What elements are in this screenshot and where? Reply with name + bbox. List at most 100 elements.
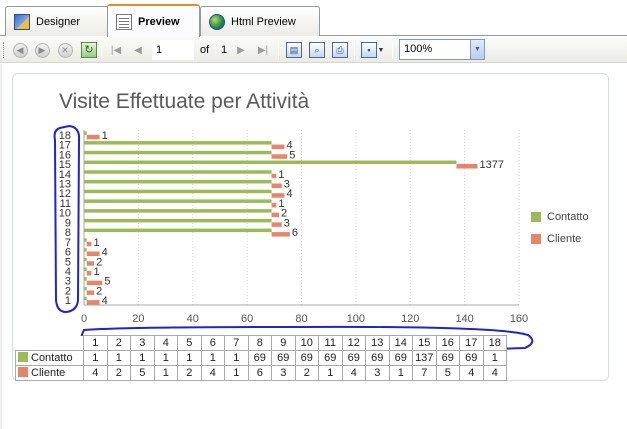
table-cell: 69 — [247, 350, 272, 366]
table-cell: 3 — [365, 365, 390, 381]
table-header-cell: 3 — [130, 335, 155, 351]
table-header-cell: 5 — [177, 335, 202, 351]
table-cell: 69 — [318, 350, 343, 366]
bar-cliente — [86, 290, 95, 295]
x-tick-label: 160 — [510, 313, 528, 325]
x-tick-label: 120 — [401, 313, 419, 325]
bar-cliente — [86, 270, 92, 276]
bar-cliente — [271, 173, 277, 179]
table-cell: 69 — [365, 350, 390, 366]
table-cell: 1 — [153, 350, 178, 366]
table-cell: 3 — [271, 365, 296, 381]
data-label: 1 — [93, 237, 99, 249]
bar-contatto — [84, 170, 272, 174]
bar-contatto — [84, 160, 457, 165]
data-label: 4 — [102, 247, 108, 259]
data-label: 5 — [104, 276, 110, 288]
bar-cliente — [271, 154, 288, 159]
bar-contatto — [84, 189, 272, 194]
data-label: 3 — [284, 178, 290, 190]
table-header-cell: 7 — [224, 335, 249, 351]
table-cell: 1 — [153, 365, 178, 381]
table-cell: 5 — [130, 365, 155, 381]
data-label: 1 — [278, 169, 284, 181]
x-tick-label: 0 — [81, 313, 87, 325]
x-tick-label: 80 — [295, 313, 307, 325]
table-cell: 1 — [318, 365, 343, 381]
legend-item-contatto: Contatto — [531, 209, 589, 225]
table-cell: 4 — [200, 365, 225, 381]
bar-cliente — [86, 300, 100, 305]
table-cell: 1 — [482, 350, 507, 366]
table-header-cell: 2 — [106, 335, 131, 351]
bar-cliente — [271, 222, 282, 227]
table-cell: 4 — [482, 365, 507, 381]
bar-cliente — [271, 202, 277, 208]
table-cell: 1 — [224, 365, 249, 381]
table-header-cell: 4 — [153, 335, 178, 351]
table-header-cell: 18 — [482, 335, 507, 351]
table-cell: 2 — [106, 365, 131, 381]
data-label: 6 — [292, 227, 298, 239]
x-tick-label: 40 — [187, 313, 199, 325]
table-cell: 1 — [200, 350, 225, 366]
table-cell: 69 — [294, 350, 319, 366]
table-header-cell: 1 — [83, 335, 108, 351]
bar-cliente — [271, 232, 290, 237]
table-cell: 2 — [177, 365, 202, 381]
bar-cliente — [86, 241, 92, 247]
table-cell: 1 — [106, 350, 131, 366]
bar-contatto — [84, 296, 87, 301]
legend-swatch-contatto — [531, 212, 541, 222]
table-cell: 1 — [130, 350, 155, 366]
bar-cliente — [86, 261, 95, 266]
bar-cliente — [271, 212, 280, 218]
table-cell: 69 — [435, 350, 460, 366]
table-header-cell: 8 — [247, 335, 272, 351]
bar-contatto — [84, 238, 87, 242]
table-cell: 4 — [341, 365, 366, 381]
legend-swatch-cliente — [531, 234, 541, 244]
table-header-cell: 15 — [412, 335, 437, 351]
bar-contatto — [84, 286, 87, 291]
table-cell: 69 — [459, 350, 484, 366]
bar-contatto — [84, 267, 87, 271]
table-corner — [15, 335, 84, 351]
bar-contatto — [84, 248, 87, 252]
table-header-cell: 9 — [271, 335, 296, 351]
bar-contatto — [84, 150, 272, 155]
legend-swatch-contatto — [18, 352, 28, 362]
bar-cliente — [271, 183, 282, 188]
table-cell: 5 — [435, 365, 460, 381]
data-label: 2 — [96, 285, 102, 297]
table-header-row: 1 2 3 4 5 6 7 8 9 10 11 12 13 14 15 16 17 18 — [15, 335, 507, 351]
bar-contatto — [84, 218, 272, 223]
table-header-cell: 14 — [388, 335, 413, 351]
table-row-label: Contatto — [15, 350, 84, 366]
table-row-label-text: Cliente — [31, 367, 66, 379]
table-cell: 69 — [388, 350, 413, 366]
legend-label: Cliente — [547, 233, 582, 245]
bar-cliente — [456, 164, 478, 169]
data-label: 1 — [102, 130, 108, 142]
chart-legend: Contatto Cliente — [531, 209, 589, 253]
chart-data-table: 1 2 3 4 5 6 7 8 9 10 11 12 13 14 15 16 17 18 Contatto 111… — [15, 335, 507, 381]
table-header-cell: 16 — [435, 335, 460, 351]
bar-contatto — [84, 228, 272, 233]
x-tick-label: 60 — [241, 313, 253, 325]
legend-label: Contatto — [547, 211, 589, 223]
table-cell: 69 — [271, 350, 296, 366]
bar-cliente — [86, 251, 100, 257]
table-row-contatto: Contatto 1 1 1 1 1 1 1 69 69 69 69 69 69 69 137 69 69 1 — [15, 350, 507, 366]
table-cell: 2 — [294, 365, 319, 381]
table-header-cell: 12 — [341, 335, 366, 351]
bar-cliente — [86, 280, 103, 286]
x-tick-label: 140 — [455, 313, 473, 325]
legend-item-cliente: Cliente — [531, 231, 589, 247]
table-row-label: Cliente — [15, 365, 84, 381]
table-header-cell: 10 — [294, 335, 319, 351]
legend-swatch-cliente — [18, 367, 28, 377]
table-header-cell: 17 — [459, 335, 484, 351]
data-label: 4 — [286, 140, 292, 152]
table-header-cell: 13 — [365, 335, 390, 351]
